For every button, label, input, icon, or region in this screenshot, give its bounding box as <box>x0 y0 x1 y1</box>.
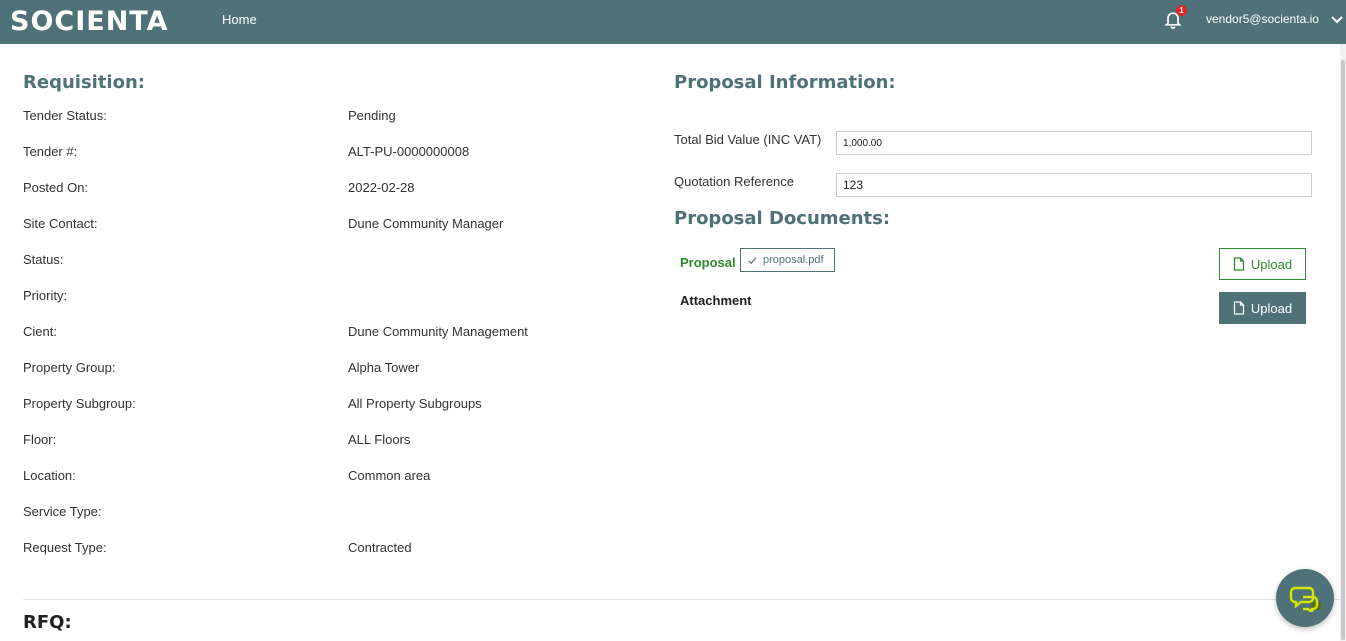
status-label: Status: <box>23 252 64 267</box>
proposal-information-heading: Proposal Information: <box>674 72 896 93</box>
tender-number-label: Tender #: <box>23 144 78 159</box>
tender-status-label: Tender Status: <box>23 108 107 123</box>
proposal-doc-label: Proposal <box>680 255 736 270</box>
user-menu-email[interactable]: vendor5@socienta.io <box>1206 12 1319 26</box>
property-subgroup-value: All Property Subgroups <box>348 396 482 411</box>
attachment-doc-label: Attachment <box>680 293 752 308</box>
location-label: Location: <box>23 468 76 483</box>
floor-value: ALL Floors <box>348 432 411 447</box>
nav-home-link[interactable]: Home <box>222 12 257 27</box>
chevron-down-icon[interactable] <box>1330 13 1344 27</box>
tender-status-value: Pending <box>348 108 396 123</box>
property-group-label: Property Group: <box>23 360 116 375</box>
posted-on-label: Posted On: <box>23 180 89 195</box>
chat-button[interactable] <box>1276 569 1334 627</box>
service-type-label: Service Type: <box>23 504 102 519</box>
proposal-documents-heading: Proposal Documents: <box>674 208 891 229</box>
request-type-label: Request Type: <box>23 540 107 555</box>
notification-badge: 1 <box>1176 5 1187 16</box>
tender-number-value: ALT-PU-0000000008 <box>348 144 470 159</box>
location-value: Common area <box>348 468 431 483</box>
quotation-reference-label: Quotation Reference <box>674 174 794 189</box>
property-subgroup-label: Property Subgroup: <box>23 396 136 411</box>
chat-bubbles-icon <box>1289 586 1321 612</box>
upload-label: Upload <box>1250 300 1293 316</box>
client-label: Cient: <box>23 324 57 339</box>
rfq-heading: RFQ: <box>23 612 72 633</box>
proposal-file-chip[interactable]: proposal.pdf <box>740 248 835 272</box>
socienta-logo[interactable]: SOCIENTA <box>10 6 169 37</box>
check-icon <box>748 256 757 264</box>
requisition-heading: Requisition: <box>23 72 145 93</box>
section-divider <box>23 599 1340 600</box>
proposal-file-name: proposal.pdf <box>763 254 824 266</box>
request-type-value: Contracted <box>348 540 412 555</box>
page-scrollbar-thumb[interactable] <box>1341 60 1345 640</box>
proposal-upload-button[interactable]: Upload <box>1219 248 1306 280</box>
posted-on-value: 2022-02-28 <box>348 180 415 195</box>
quotation-reference-input[interactable] <box>836 173 1312 197</box>
priority-label: Priority: <box>23 288 68 303</box>
attachment-upload-button[interactable]: Upload <box>1219 292 1306 324</box>
top-navbar: SOCIENTA Home 1 vendor5@socienta.io <box>0 0 1346 44</box>
total-bid-value-input[interactable] <box>836 131 1312 155</box>
site-contact-value: Dune Community Manager <box>348 216 504 231</box>
file-icon <box>1233 257 1245 271</box>
total-bid-value-label: Total Bid Value (INC VAT) <box>674 132 822 147</box>
upload-label: Upload <box>1250 256 1293 272</box>
floor-label: Floor: <box>23 432 57 447</box>
file-icon <box>1233 301 1245 315</box>
property-group-value: Alpha Tower <box>348 360 420 375</box>
client-value: Dune Community Management <box>348 324 528 339</box>
site-contact-label: Site Contact: <box>23 216 98 231</box>
